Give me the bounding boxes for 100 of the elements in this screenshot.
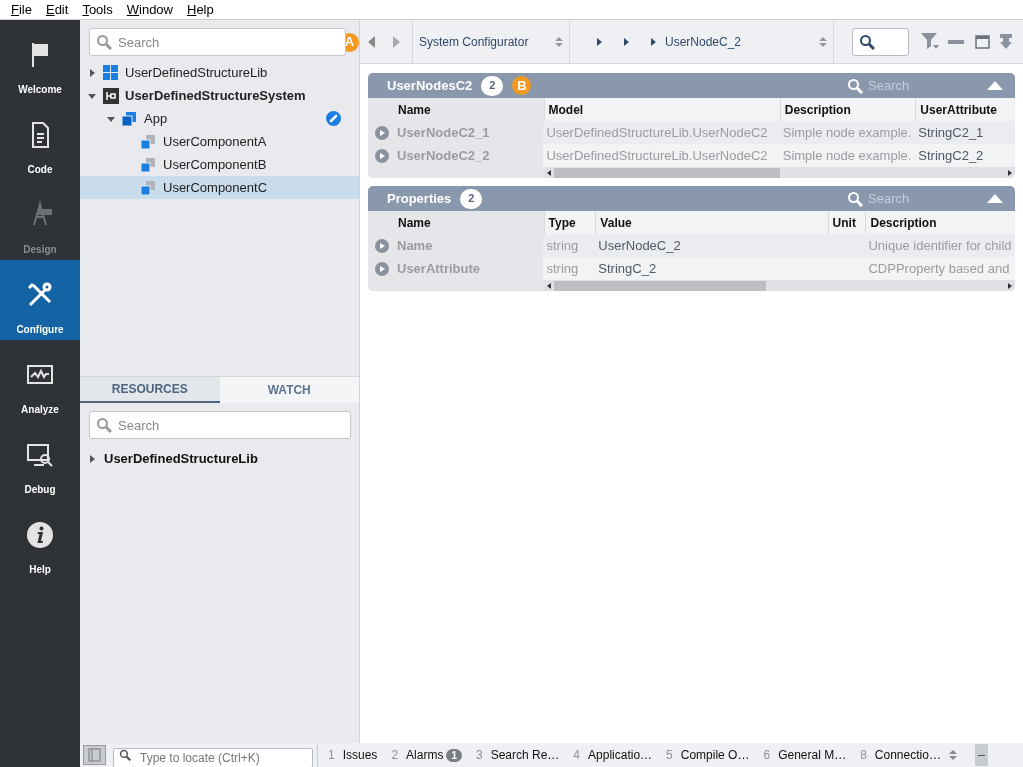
tree-item[interactable]: UserComponentC	[80, 176, 359, 199]
nav-item[interactable]: Analyze	[0, 340, 80, 420]
tree-label: UserComponentC	[163, 178, 268, 197]
play-icon[interactable]	[375, 125, 389, 140]
tree-item[interactable]: UserComponentA	[80, 130, 359, 153]
collapse-icon[interactable]	[987, 194, 1003, 203]
table-cell: Simple node example.	[779, 144, 916, 167]
panel-search-field[interactable]: Search	[868, 188, 968, 209]
menu-item[interactable]: Tools	[82, 0, 113, 20]
row-name: UserNodeC2_2	[397, 146, 490, 165]
tree-item[interactable]: UserDefinedStructureLib	[80, 447, 359, 470]
output-tab[interactable]: 4 Applicatio…	[563, 743, 657, 767]
play-icon[interactable]	[375, 238, 389, 253]
table-cell: StringC2_1	[915, 121, 1015, 144]
caret-icon[interactable]	[88, 91, 96, 100]
column-header[interactable]: Model	[548, 100, 584, 119]
output-tab[interactable]: 5 Compile O…	[656, 743, 754, 767]
panel-title: Properties	[387, 189, 452, 208]
column-header[interactable]: Name	[398, 100, 431, 119]
nav-item[interactable]: Welcome	[0, 20, 80, 100]
component-icon	[141, 134, 155, 149]
search-icon	[96, 34, 112, 50]
breadcrumb[interactable]: UserNodeC_2	[570, 20, 834, 63]
caret-icon[interactable]	[107, 114, 115, 123]
search-button[interactable]	[852, 27, 909, 56]
caret-icon[interactable]	[88, 68, 96, 77]
caret-icon[interactable]	[88, 454, 96, 463]
horizontal-scrollbar[interactable]	[544, 280, 1015, 291]
menu-item[interactable]: Edit	[45, 0, 69, 20]
nav-item[interactable]: Code	[0, 100, 80, 180]
column-header[interactable]: Value	[600, 213, 632, 232]
panel-title: UserNodesC2	[387, 76, 473, 95]
component-icon	[141, 157, 155, 172]
count-badge: 2	[460, 188, 483, 209]
minimize-icon[interactable]	[948, 39, 964, 44]
tab[interactable]: RESOURCES	[80, 377, 220, 403]
search-icon	[847, 77, 863, 94]
link-icon	[326, 111, 341, 126]
nav-item[interactable]: Debug	[0, 420, 80, 500]
grid-icon	[103, 65, 118, 80]
marker-badge: B	[512, 76, 532, 95]
table-cell: CDPProperty based and	[865, 257, 1015, 280]
tree-item[interactable]: UserDefinedStructureSystem	[80, 84, 359, 107]
column-header[interactable]: Name	[398, 213, 431, 232]
nav-item[interactable]: Help	[0, 500, 80, 580]
context-dropdown[interactable]: System Configurator	[412, 20, 570, 63]
table-cell: string	[543, 234, 596, 257]
table-cell: UserNodeC_2	[595, 234, 828, 257]
search-field[interactable]: Search	[89, 411, 351, 439]
tree-label: App	[144, 109, 168, 128]
filter-icon[interactable]	[921, 33, 939, 50]
play-icon[interactable]	[375, 261, 389, 276]
tree-label: UserDefinedStructureSystem	[125, 86, 306, 105]
table-cell: UserDefinedStructureLib.UserNodeC2	[543, 144, 780, 167]
menu-item[interactable]: Help	[187, 0, 214, 20]
table-cell: StringC2_2	[915, 144, 1015, 167]
maximize-icon[interactable]	[975, 34, 990, 49]
row-name: Name	[397, 236, 433, 255]
tree-item[interactable]: App	[80, 107, 359, 130]
caret-icon[interactable]	[595, 37, 603, 46]
count-badge: 1	[446, 748, 462, 762]
search-icon	[96, 417, 112, 433]
system-icon	[103, 87, 119, 104]
output-tab[interactable]: 3 Search Re…	[465, 743, 564, 767]
table-cell: string	[543, 257, 596, 280]
output-tab[interactable]: 1 Issues	[318, 743, 382, 767]
table-cell: Simple node example.	[779, 121, 916, 144]
back-icon[interactable]	[368, 35, 376, 48]
caret-icon[interactable]	[622, 37, 630, 46]
search-icon	[847, 190, 863, 207]
panel-search-field[interactable]: Search	[868, 75, 968, 96]
app-icon	[122, 111, 136, 126]
spinner-icon	[819, 35, 827, 48]
spinner-icon[interactable]	[948, 749, 957, 761]
spinner-icon	[555, 35, 563, 48]
nav-item[interactable]: Configure	[0, 260, 80, 340]
sidebar-toggle-icon[interactable]	[83, 745, 106, 765]
search-field[interactable]: Search	[89, 28, 346, 56]
tree-label: UserComponentA	[163, 132, 267, 151]
table-cell: Unique identifier for child	[865, 234, 1015, 257]
collapse-icon[interactable]	[987, 81, 1003, 90]
tab[interactable]: WATCH	[219, 377, 359, 403]
caret-icon[interactable]	[649, 37, 657, 46]
locate-field[interactable]: Type to locate (Ctrl+K)	[113, 748, 313, 767]
menu-item[interactable]: Window	[126, 0, 173, 20]
output-tab[interactable]: 6 General M…	[753, 743, 851, 767]
menu-item[interactable]: File	[11, 0, 32, 20]
forward-icon[interactable]	[392, 35, 400, 48]
tree-item[interactable]: UserDefinedStructureLib	[80, 61, 359, 84]
play-icon[interactable]	[375, 148, 389, 163]
table-cell: UserDefinedStructureLib.UserNodeC2	[543, 121, 780, 144]
horizontal-scrollbar[interactable]	[544, 167, 1015, 178]
output-tab[interactable]: 8 Connectio…	[850, 743, 945, 767]
table-cell: StringC_2	[595, 257, 828, 280]
tree-label: UserComponentB	[163, 155, 267, 174]
output-tab[interactable]: 2 Alarms 1	[381, 743, 466, 767]
tree-item[interactable]: UserComponentB	[80, 153, 359, 176]
dock-icon[interactable]	[998, 33, 1014, 50]
tree-label: UserDefinedStructureLib	[125, 63, 268, 82]
collapse-button[interactable]	[974, 744, 988, 766]
